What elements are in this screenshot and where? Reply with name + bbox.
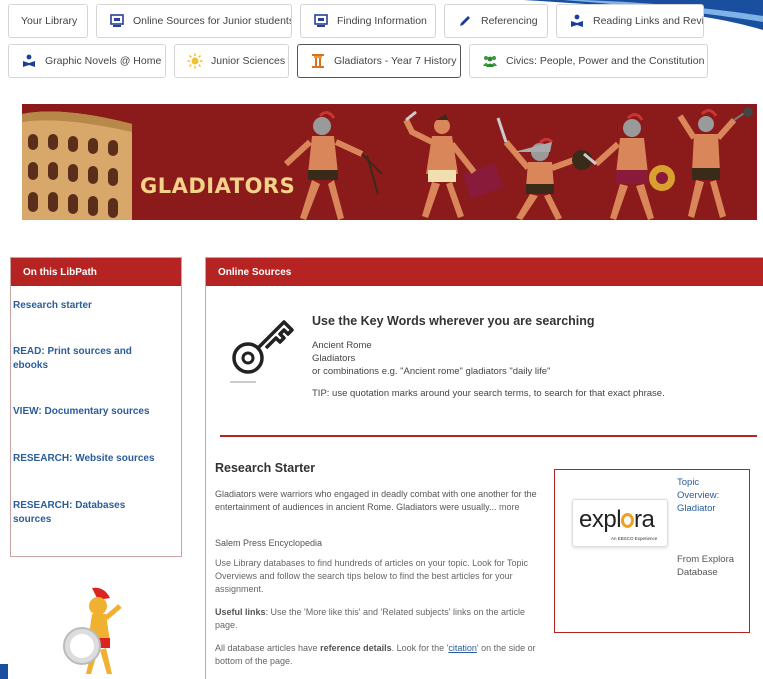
- summary-text: Gladiators were warriors who engaged in …: [215, 489, 537, 512]
- sun-icon: [187, 53, 203, 69]
- tab-reading-links[interactable]: Reading Links and Revi: [556, 4, 704, 38]
- tab-junior-sciences[interactable]: Junior Sciences: [174, 44, 289, 78]
- topic-overview-link[interactable]: Topic Overview: Gladiator: [677, 476, 737, 515]
- keyword-line: Ancient Rome: [312, 340, 372, 351]
- source-name: Salem Press Encyclopedia: [215, 538, 323, 548]
- nav-link-research-websites[interactable]: RESEARCH: Website sources: [13, 452, 163, 466]
- tab-finding-information[interactable]: Finding Information: [300, 4, 436, 38]
- tab-label: Finding Information: [337, 15, 427, 27]
- logo-text-part: ra: [634, 506, 655, 533]
- gladiator-figures: [283, 107, 753, 220]
- gladiators-banner: GLADIATORS: [22, 104, 757, 220]
- reader-icon: [21, 53, 37, 69]
- column-icon: [310, 53, 326, 69]
- tab-label: Online Sources for Junior students: [133, 15, 292, 27]
- search-tip: TIP: use quotation marks around your sea…: [312, 388, 665, 399]
- tab-civics[interactable]: Civics: People, Power and the Constituti…: [469, 44, 708, 78]
- nav-link-research-starter[interactable]: Research starter: [13, 299, 163, 313]
- tab-online-sources-junior[interactable]: Online Sources for Junior students: [96, 4, 292, 38]
- useful-links-text: Useful links: Use the 'More like this' a…: [215, 606, 547, 632]
- reference-details-text: All database articles have reference det…: [215, 642, 547, 668]
- tab-gladiators[interactable]: Gladiators - Year 7 History: [297, 44, 461, 78]
- tab-label: Civics: People, Power and the Constituti…: [506, 55, 705, 67]
- database-advice-text: Use Library databases to find hundreds o…: [215, 558, 529, 594]
- logo-o-mark: [621, 513, 635, 528]
- keyword-line: or combinations e.g. "Ancient rome" glad…: [312, 366, 551, 377]
- logo-text-part: expl: [579, 506, 622, 533]
- useful-links-label: Useful links: [215, 607, 266, 617]
- tab-referencing[interactable]: Referencing: [444, 4, 548, 38]
- tab-label: Referencing: [481, 15, 538, 27]
- keywords-heading: Use the Key Words wherever you are searc…: [312, 314, 595, 328]
- more-link[interactable]: more: [499, 502, 520, 512]
- screen-icon: [109, 13, 125, 29]
- nav-link-view-documentary[interactable]: VIEW: Documentary sources: [13, 405, 163, 419]
- key-icon: [230, 320, 294, 383]
- nav-link-research-databases[interactable]: RESEARCH: Databases sources: [13, 499, 163, 527]
- corner-accent: [0, 664, 8, 679]
- reader-icon: [569, 13, 585, 29]
- panel-heading: On this LibPath: [11, 258, 181, 286]
- guide-tabs-row-2: Graphic Novels @ Home Junior Sciences Gl…: [8, 44, 708, 78]
- tab-label: Graphic Novels @ Home: [45, 55, 162, 67]
- colosseum-illustration: [22, 111, 132, 220]
- explora-logo-word: expl ra: [579, 506, 655, 534]
- keyword-line: Gladiators: [312, 353, 356, 364]
- guide-tabs-row-1: Your Library Online Sources for Junior s…: [8, 4, 704, 38]
- section-divider: [220, 435, 757, 437]
- tab-graphic-novels[interactable]: Graphic Novels @ Home: [8, 44, 166, 78]
- pen-icon: [457, 13, 473, 29]
- ref-text-bold: reference details: [320, 643, 392, 653]
- banner-illustration: [22, 107, 753, 220]
- gladiator-mascot-illustration: [63, 587, 122, 674]
- citation-link[interactable]: citation: [448, 643, 477, 653]
- explora-logo-sub: An EBSCO Experience: [611, 536, 658, 541]
- tab-label: Junior Sciences: [211, 55, 286, 67]
- people-icon: [482, 53, 498, 69]
- tab-label: Reading Links and Revi: [593, 15, 704, 27]
- tab-label: Gladiators - Year 7 History: [334, 55, 457, 67]
- research-starter-heading: Research Starter: [215, 461, 316, 475]
- explora-source-text: From Explora Database: [677, 554, 735, 578]
- tab-label: Your Library: [21, 15, 78, 27]
- banner-title: GLADIATORS: [140, 174, 296, 198]
- research-starter-summary: Gladiators were warriors who engaged in …: [215, 488, 547, 514]
- screen-icon: [313, 13, 329, 29]
- ref-text-start: All database articles have: [215, 643, 321, 653]
- tab-your-library[interactable]: Your Library: [8, 4, 88, 38]
- nav-link-read-print[interactable]: READ: Print sources and ebooks: [13, 345, 163, 373]
- ref-text-mid: . Look for the ': [391, 643, 449, 653]
- panel-heading: Online Sources: [206, 258, 763, 286]
- explora-logo[interactable]: expl ra An EBSCO Experience: [572, 499, 668, 547]
